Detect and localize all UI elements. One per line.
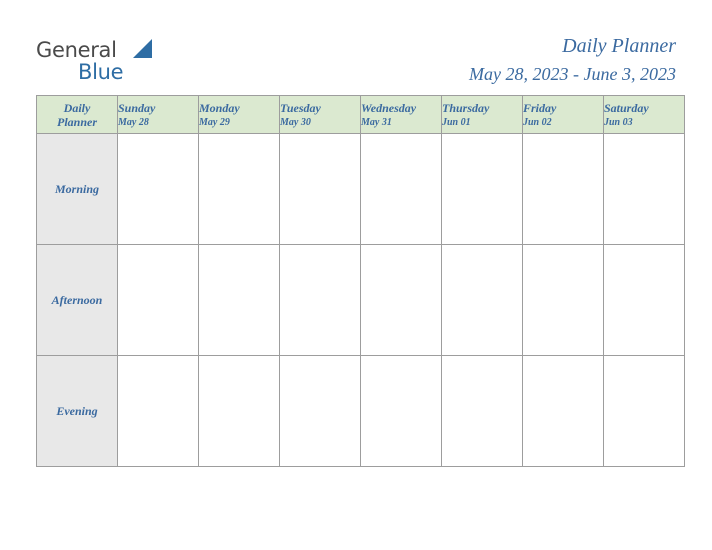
- slot-evening-thursday[interactable]: [441, 355, 523, 467]
- general-blue-logo: General Blue: [36, 33, 236, 85]
- logo-text-blue: Blue: [78, 60, 124, 84]
- page-title: Daily Planner: [562, 35, 676, 57]
- day-header-monday: Monday May 29: [198, 95, 280, 134]
- slot-evening-friday[interactable]: [522, 355, 604, 467]
- corner-cell: Daily Planner: [36, 95, 118, 134]
- day-date: May 28: [118, 116, 149, 128]
- slot-morning-thursday[interactable]: [441, 133, 523, 245]
- day-header-wednesday: Wednesday May 31: [360, 95, 442, 134]
- logo-triangle-icon: [133, 39, 152, 58]
- day-header-tuesday: Tuesday May 30: [279, 95, 361, 134]
- day-header-friday: Friday Jun 02: [522, 95, 604, 134]
- slot-afternoon-friday[interactable]: [522, 244, 604, 356]
- page-header: General Blue Daily Planner May 28, 2023 …: [36, 33, 676, 89]
- slot-morning-friday[interactable]: [522, 133, 604, 245]
- day-name: Wednesday: [361, 100, 417, 115]
- day-header-thursday: Thursday Jun 01: [441, 95, 523, 134]
- day-date: Jun 01: [442, 116, 471, 128]
- slot-evening-tuesday[interactable]: [279, 355, 361, 467]
- slot-morning-wednesday[interactable]: [360, 133, 442, 245]
- day-name: Tuesday: [280, 100, 321, 115]
- slot-afternoon-thursday[interactable]: [441, 244, 523, 356]
- slot-afternoon-monday[interactable]: [198, 244, 280, 356]
- daily-planner-page: General Blue Daily Planner May 28, 2023 …: [0, 0, 712, 550]
- day-date: May 30: [280, 116, 311, 128]
- day-name: Saturday: [604, 100, 649, 115]
- day-header-sunday: Sunday May 28: [117, 95, 199, 134]
- day-header-saturday: Saturday Jun 03: [603, 95, 685, 134]
- day-name: Sunday: [118, 100, 156, 115]
- slot-afternoon-sunday[interactable]: [117, 244, 199, 356]
- row-label-morning: Morning: [36, 133, 118, 245]
- day-date: Jun 03: [604, 116, 633, 128]
- slot-morning-saturday[interactable]: [603, 133, 685, 245]
- day-date: May 31: [361, 116, 392, 128]
- corner-label-line2: Planner: [56, 114, 97, 129]
- corner-label-line1: Daily: [63, 100, 91, 115]
- day-date: May 29: [199, 116, 230, 128]
- row-label-evening: Evening: [36, 355, 118, 467]
- slot-evening-monday[interactable]: [198, 355, 280, 467]
- day-name: Friday: [523, 100, 557, 115]
- table-header-row: Daily Planner Sunday May 28 Monday May 2…: [36, 95, 685, 134]
- day-name: Monday: [199, 100, 240, 115]
- day-date: Jun 02: [523, 116, 552, 128]
- table-row: Morning: [36, 133, 685, 245]
- slot-morning-sunday[interactable]: [117, 133, 199, 245]
- day-name: Thursday: [442, 100, 490, 115]
- logo-text-general: General: [36, 38, 117, 62]
- table-row: Evening: [36, 355, 685, 467]
- planner-table: Daily Planner Sunday May 28 Monday May 2…: [36, 95, 685, 467]
- slot-evening-wednesday[interactable]: [360, 355, 442, 467]
- slot-morning-tuesday[interactable]: [279, 133, 361, 245]
- slot-afternoon-wednesday[interactable]: [360, 244, 442, 356]
- slot-evening-sunday[interactable]: [117, 355, 199, 467]
- title-block: Daily Planner May 28, 2023 - June 3, 202…: [469, 33, 676, 87]
- row-label-afternoon: Afternoon: [36, 244, 118, 356]
- date-range: May 28, 2023 - June 3, 2023: [469, 64, 676, 84]
- table-row: Afternoon: [36, 244, 685, 356]
- slot-afternoon-tuesday[interactable]: [279, 244, 361, 356]
- slot-afternoon-saturday[interactable]: [603, 244, 685, 356]
- slot-evening-saturday[interactable]: [603, 355, 685, 467]
- slot-morning-monday[interactable]: [198, 133, 280, 245]
